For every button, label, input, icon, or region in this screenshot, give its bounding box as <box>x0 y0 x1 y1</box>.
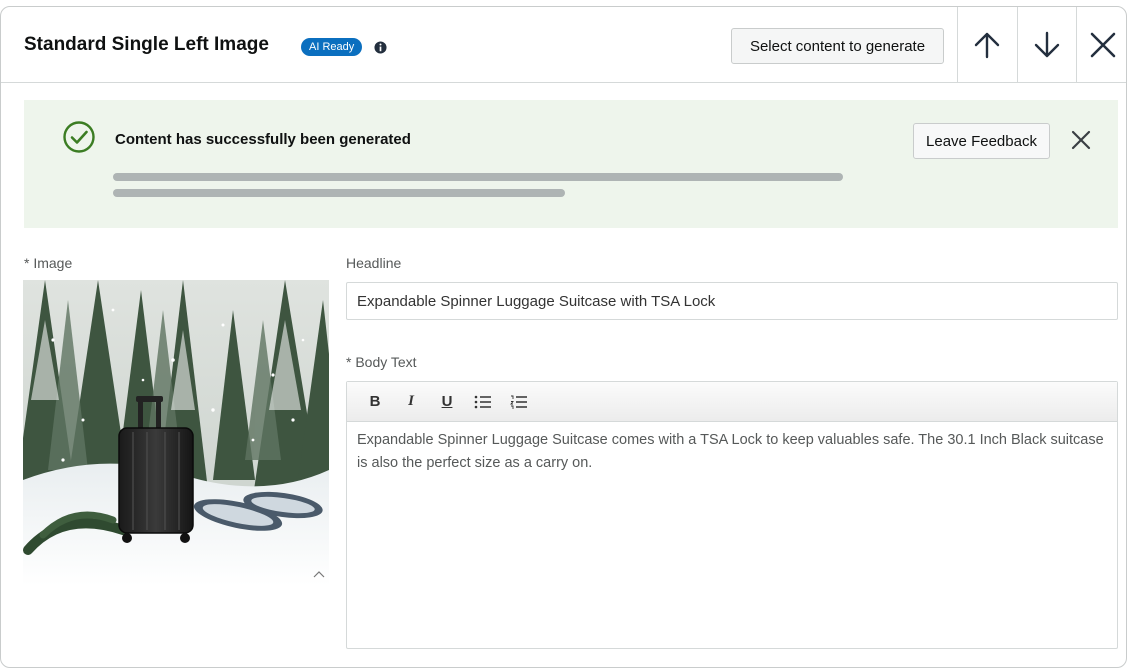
ai-ready-badge: AI Ready <box>301 38 363 56</box>
product-image-graphic <box>23 280 329 586</box>
move-up-button[interactable] <box>957 7 1016 83</box>
body-text-label: * Body Text <box>346 354 417 370</box>
body-text-content[interactable]: Expandable Spinner Luggage Suitcase come… <box>347 422 1117 482</box>
info-icon[interactable] <box>374 41 387 54</box>
headline-input[interactable]: Expandable Spinner Luggage Suitcase with… <box>346 282 1118 320</box>
body-text-editor: B I U Expandable Spinner Luggage Suitcas… <box>346 381 1118 649</box>
placeholder-line <box>113 189 565 197</box>
bold-button[interactable]: B <box>357 387 393 417</box>
success-banner: Content has successfully been generated … <box>24 100 1118 228</box>
numbered-list-icon <box>510 395 527 409</box>
headline-label: Headline <box>346 255 402 271</box>
image-label: * Image <box>24 255 73 271</box>
leave-feedback-button[interactable]: Leave Feedback <box>913 123 1050 159</box>
select-content-button[interactable]: Select content to generate <box>731 28 944 64</box>
product-image[interactable] <box>23 280 329 586</box>
dismiss-banner-icon[interactable] <box>1070 129 1092 151</box>
numbered-list-button[interactable] <box>501 387 537 417</box>
module-header: Standard Single Left Image AI Ready Sele… <box>1 7 1126 83</box>
placeholder-line <box>113 173 843 181</box>
close-icon <box>1090 32 1115 58</box>
success-message: Content has successfully been generated <box>115 131 411 148</box>
close-module-button[interactable] <box>1076 7 1126 83</box>
module-card: Standard Single Left Image AI Ready Sele… <box>0 6 1127 668</box>
arrow-down-icon <box>1034 31 1060 58</box>
bullet-list-button[interactable] <box>465 387 501 417</box>
bullet-list-icon <box>474 395 491 408</box>
italic-button[interactable]: I <box>393 387 429 417</box>
arrow-up-icon <box>974 32 1000 59</box>
check-circle-icon <box>63 121 95 153</box>
move-down-button[interactable] <box>1017 7 1076 83</box>
underline-button[interactable]: U <box>429 387 465 417</box>
module-title: Standard Single Left Image <box>24 34 269 55</box>
editor-toolbar: B I U <box>347 382 1117 422</box>
